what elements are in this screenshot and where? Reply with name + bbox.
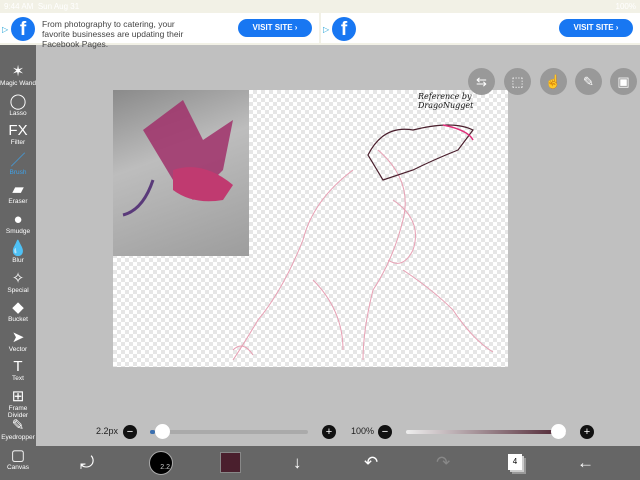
tool-canvas[interactable]: ▢ Canvas xyxy=(0,447,36,471)
lasso-icon: ◯ xyxy=(9,92,27,110)
adchoices-icon[interactable]: ▷ xyxy=(2,25,8,34)
tool-text[interactable]: T Text xyxy=(0,358,36,382)
tool-label: Eraser xyxy=(8,198,28,205)
brush-size-indicator: 2.2 xyxy=(160,464,170,471)
ad-2[interactable]: ▷ f VISIT SITE › xyxy=(321,13,640,43)
tool-lasso[interactable]: ◯ Lasso xyxy=(0,93,36,117)
tool-eraser[interactable]: ▰ Eraser xyxy=(0,181,36,205)
brush-controls: 2.2px − + 100% − + xyxy=(36,420,640,445)
blur-icon: 💧 xyxy=(8,240,28,257)
opacity-plus-button[interactable]: + xyxy=(580,425,594,439)
tool-filter[interactable]: FX Filter xyxy=(0,122,36,146)
tool-blur[interactable]: 💧 Blur xyxy=(0,240,36,264)
tool-label: Lasso xyxy=(9,109,27,117)
visit-site-button[interactable]: VISIT SITE › xyxy=(238,19,312,37)
brush-preview-button[interactable]: 2.2 xyxy=(149,451,173,475)
layers-button[interactable]: 4 xyxy=(508,454,522,470)
tool-brush[interactable]: ／ Brush xyxy=(0,152,36,176)
back-arrow-icon[interactable]: ← xyxy=(577,454,594,472)
ad-banner: ▷ f From photography to catering, your f… xyxy=(0,13,640,49)
tool-label: Bucket xyxy=(8,316,28,323)
selection-button[interactable]: ⬚ xyxy=(504,68,531,95)
status-bar: 9:44 AM Sun Aug 31 100% xyxy=(0,0,640,13)
tool-label: Eyedropper xyxy=(1,434,35,441)
bucket-icon: ◆ xyxy=(12,299,24,316)
ad-1[interactable]: ▷ f From photography to catering, your f… xyxy=(0,13,319,49)
brush-size-label: 2.2px xyxy=(96,426,119,436)
text-icon: T xyxy=(13,358,23,375)
drawing-canvas[interactable]: Reference by DragoNugget xyxy=(113,90,508,367)
hand-gesture-button[interactable]: ☝ xyxy=(540,68,567,95)
brush-icon: ／ xyxy=(10,151,26,169)
size-minus-button[interactable]: − xyxy=(123,425,137,439)
battery: 100% xyxy=(615,2,636,11)
redo-icon[interactable]: ↷ xyxy=(436,454,450,472)
download-arrow-icon[interactable]: ↓ xyxy=(293,454,302,472)
image-button[interactable]: ▣ xyxy=(610,68,637,95)
tool-label: Text xyxy=(12,375,24,382)
brush-size-slider[interactable] xyxy=(150,424,308,439)
tool-vector[interactable]: ➤ Vector xyxy=(0,329,36,353)
tool-label: Smudge xyxy=(5,227,31,235)
tool-bucket[interactable]: ◆ Bucket xyxy=(0,299,36,323)
facebook-logo-icon: f xyxy=(332,17,356,41)
facebook-logo-icon: f xyxy=(11,17,35,41)
tool-label: Blur xyxy=(12,257,24,264)
tool-label: Magic Wand xyxy=(0,80,36,87)
layers-count: 4 xyxy=(512,457,518,466)
time: 9:44 AM xyxy=(4,2,34,11)
toggle-panel-button[interactable]: ⇆ xyxy=(468,68,495,95)
color-swatch-button[interactable] xyxy=(220,452,241,473)
magic-wand-icon: ✶ xyxy=(11,63,25,80)
tool-label: Vector xyxy=(8,345,28,353)
tool-label: Special xyxy=(7,286,29,294)
ruler-button[interactable]: ✎ xyxy=(575,68,602,95)
eyedropper-icon: ✎ xyxy=(11,417,25,434)
tool-label: Canvas xyxy=(6,463,30,471)
smudge-icon: ● xyxy=(13,210,23,228)
vector-icon: ➤ xyxy=(11,328,25,346)
special-icon: ✧ xyxy=(11,269,25,287)
tool-smudge[interactable]: ● Smudge xyxy=(0,211,36,235)
opacity-label: 100% xyxy=(351,426,375,436)
ad-text: From photography to catering, your favor… xyxy=(42,19,184,49)
tool-label: Brush xyxy=(9,168,27,176)
fx-icon: FX xyxy=(8,122,28,139)
tool-magic-wand[interactable]: ✶ Magic Wand xyxy=(0,63,36,87)
tool-sidebar: ✶ Magic Wand ◯ Lasso FX Filter ／ Brush ▰ Eraser ● S… xyxy=(0,45,36,480)
tool-eyedropper[interactable]: ✎ Eyedropper xyxy=(0,417,36,441)
date: Sun Aug 31 xyxy=(37,2,80,11)
bottom-toolbar: ⤾ 2.2 ↓ ↶ ↷ 4 ← xyxy=(36,446,640,480)
size-plus-button[interactable]: + xyxy=(322,425,336,439)
undo-icon[interactable]: ↶ xyxy=(364,454,378,472)
tool-frame-divider[interactable]: ⊞ Frame Divider xyxy=(0,388,36,419)
frame-divider-icon: ⊞ xyxy=(11,387,25,405)
adchoices-icon[interactable]: ▷ xyxy=(323,25,329,34)
opacity-slider[interactable] xyxy=(406,424,566,439)
tool-special[interactable]: ✧ Special xyxy=(0,270,36,294)
visit-site-button[interactable]: VISIT SITE › xyxy=(559,19,633,37)
eraser-icon: ▰ xyxy=(12,181,24,198)
swap-brush-eraser-icon[interactable]: ⤾ xyxy=(80,454,94,472)
opacity-minus-button[interactable]: − xyxy=(378,425,392,439)
tool-label: Filter xyxy=(10,139,26,146)
sketch-lines xyxy=(232,124,494,361)
canvas-icon: ▢ xyxy=(10,446,26,464)
